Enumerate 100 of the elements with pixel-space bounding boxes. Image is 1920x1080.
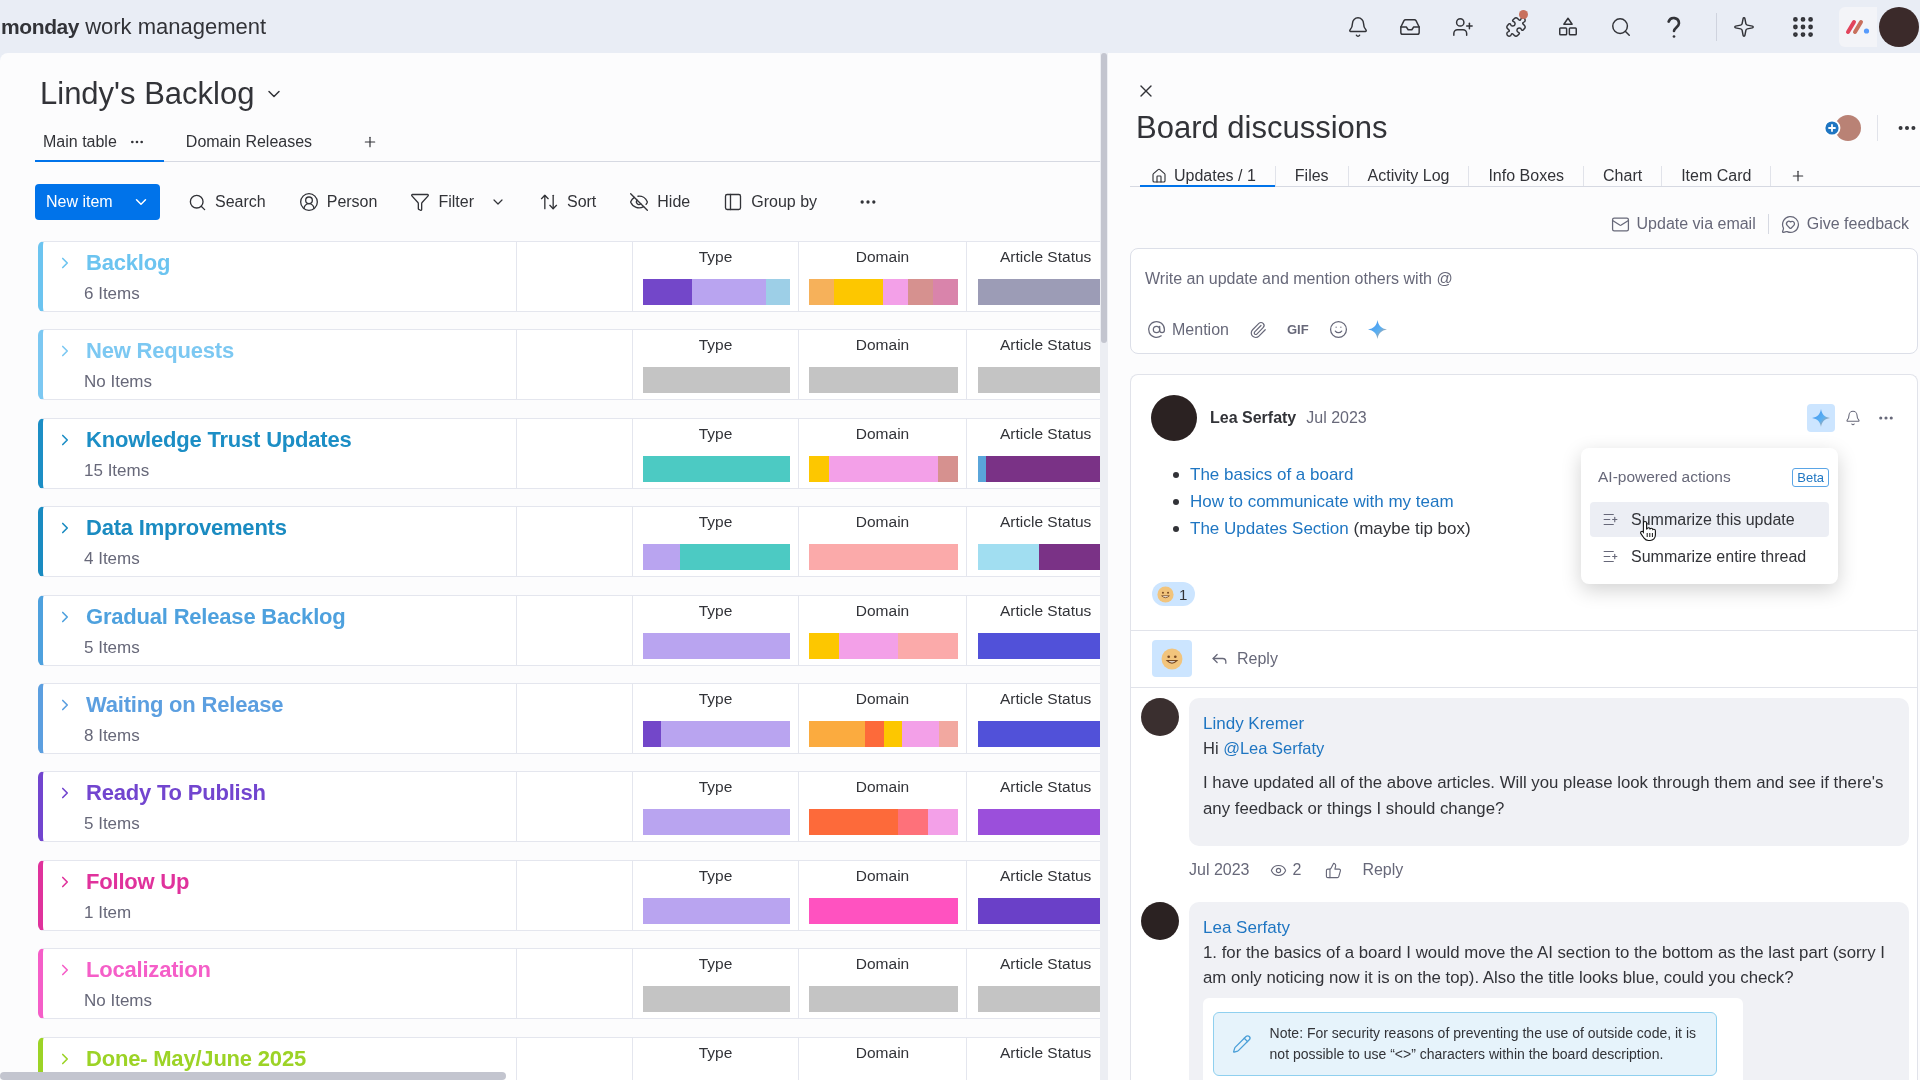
menu-item[interactable]: Summarize entire thread (1590, 539, 1829, 574)
item-count: No Items (84, 372, 154, 393)
menu-item[interactable]: Summarize this update (1590, 502, 1829, 537)
reply-text: I have updated all of the above articles. Will you please look through them and see if there's any feedback or things I should change? (1203, 772, 1885, 820)
emoji-icon (1157, 585, 1174, 603)
bullet-icon (1173, 498, 1179, 505)
column-header: Article Status (999, 688, 1093, 709)
column-header: Domain (854, 423, 911, 444)
column-header: Article Status (999, 777, 1093, 798)
toolbar-button[interactable]: Person (292, 188, 384, 216)
column-header: Type (697, 512, 734, 533)
list-plus-icon (1602, 511, 1619, 528)
item-count: 4 Items (84, 549, 141, 570)
group-title[interactable]: Follow Up (86, 868, 190, 895)
author-name[interactable]: Lea Serfaty (1203, 916, 1895, 940)
plus-circle-icon[interactable] (1823, 119, 1841, 137)
search-icon[interactable] (1609, 15, 1632, 38)
column-header: Type (697, 335, 734, 356)
item-count: 8 Items (84, 725, 141, 746)
item-count: 15 Items (84, 460, 151, 481)
toolbar-button[interactable]: Search (182, 188, 272, 216)
avatar (1141, 698, 1179, 736)
emoji-button[interactable] (1152, 640, 1192, 677)
update-input-field[interactable]: Write an update and mention others with @ (1145, 268, 1903, 290)
column-header: Domain (854, 247, 911, 267)
column-header: Article Status (999, 954, 1093, 975)
column-header: Domain (854, 688, 911, 709)
bell-icon[interactable] (1346, 15, 1369, 38)
at-sign-icon (1147, 320, 1166, 339)
column-header: Domain (854, 512, 911, 533)
column-header: Domain (854, 777, 911, 798)
column-header: Article Status (999, 335, 1093, 356)
panel-tab[interactable]: Activity Log (1348, 166, 1469, 187)
article-link[interactable]: The Updates Section (1190, 518, 1349, 538)
bullet-icon (1173, 525, 1179, 532)
article-link[interactable]: How to communicate with my team (1190, 491, 1454, 512)
group-title[interactable]: Data Improvements (86, 515, 287, 542)
author-name[interactable]: Lindy Kremer (1203, 712, 1895, 736)
avatar[interactable] (1879, 6, 1919, 47)
logo-icon[interactable] (1845, 18, 1871, 35)
column-header: Domain (854, 1042, 911, 1063)
avatar (1151, 395, 1197, 441)
column-header: Type (697, 954, 734, 975)
panel-tab[interactable]: Info Boxes (1469, 166, 1584, 187)
author-name[interactable]: Lea Serfaty (1210, 409, 1297, 427)
view-count: 2 (1292, 861, 1302, 879)
sort-arrows-icon (538, 192, 559, 212)
group-title[interactable]: Ready To Publish (86, 780, 266, 807)
search-icon (188, 192, 207, 212)
group-title[interactable]: Knowledge Trust Updates (86, 426, 352, 453)
view-tab[interactable]: Domain Releases (177, 133, 323, 162)
view-tab[interactable]: Main table (35, 133, 164, 162)
panel-tab[interactable]: Chart (1584, 166, 1662, 187)
toolbar-button[interactable]: Hide (623, 188, 697, 216)
column-header: Type (697, 600, 734, 621)
smiley-icon[interactable] (1328, 320, 1348, 339)
panel-link[interactable]: Give feedback (1780, 214, 1909, 234)
logo-tile[interactable] (1839, 6, 1877, 47)
reaction-pill[interactable]: 1 (1152, 582, 1196, 606)
panel-tab[interactable]: Updates / 1 (1140, 166, 1275, 187)
paperclip-icon[interactable] (1248, 320, 1267, 339)
column-header: Article Status (999, 247, 1093, 267)
sparkle-icon (1812, 409, 1830, 427)
article-link[interactable]: The basics of a board (1190, 464, 1354, 485)
reply-button[interactable]: Reply (1362, 861, 1404, 879)
column-header: Article Status (999, 1042, 1093, 1063)
column-header: Type (697, 423, 734, 444)
horizontal-scrollbar[interactable] (0, 1072, 506, 1080)
list-item-text: The Updates Section (maybe tip box) (1190, 518, 1471, 539)
help-icon[interactable] (1666, 15, 1681, 38)
panel-link[interactable]: Update via email (1610, 214, 1756, 234)
board-title[interactable]: Lindy's Backlog (40, 75, 255, 113)
column-header: Domain (854, 335, 911, 356)
toolbar-button[interactable]: Sort (532, 188, 603, 216)
note-text: Note: For security reasons of preventing the use of outside code, it is not possible to use “<>” characters within the board description. (1269, 1024, 1697, 1064)
heart-chat-icon (1780, 214, 1800, 234)
user-plus-icon[interactable] (1451, 15, 1474, 38)
mention-link[interactable]: @Lea Serfaty (1223, 739, 1325, 757)
panel-tab[interactable]: Files (1275, 166, 1348, 187)
beta-badge: Beta (1792, 467, 1829, 487)
toolbar-button[interactable]: Group by (717, 188, 824, 216)
mention-button[interactable]: Mention (1147, 320, 1229, 339)
group-title[interactable]: Localization (86, 957, 211, 984)
column-header: Domain (854, 865, 911, 886)
reply-button[interactable]: Reply (1210, 649, 1278, 668)
puzzle-icon[interactable] (1504, 15, 1527, 38)
reply-date: Jul 2023 (1189, 861, 1250, 879)
new-item-button[interactable]: New item (35, 184, 160, 220)
thumbs-up-icon[interactable] (1325, 861, 1343, 879)
column-header: Article Status (999, 423, 1093, 444)
column-header: Type (697, 777, 734, 798)
shapes-icon[interactable] (1557, 15, 1580, 38)
panel-tab[interactable]: Item Card (1662, 166, 1771, 187)
greeting-text: Hi @Lea Serfaty (1203, 738, 1326, 759)
menu-title: AI-powered actions (1598, 468, 1731, 486)
gif-button[interactable]: GIF (1286, 322, 1309, 337)
toolbar-button[interactable]: Filter (404, 188, 512, 216)
reply-text: 1. for the basics of a board I would move the AI section to the bottom as the last part (sorry I am only noticing now it is on the top). Also the title looks blue, could you check? (1203, 942, 1886, 989)
item-count: 5 Items (84, 637, 141, 658)
sparkle-icon[interactable] (1733, 15, 1755, 38)
